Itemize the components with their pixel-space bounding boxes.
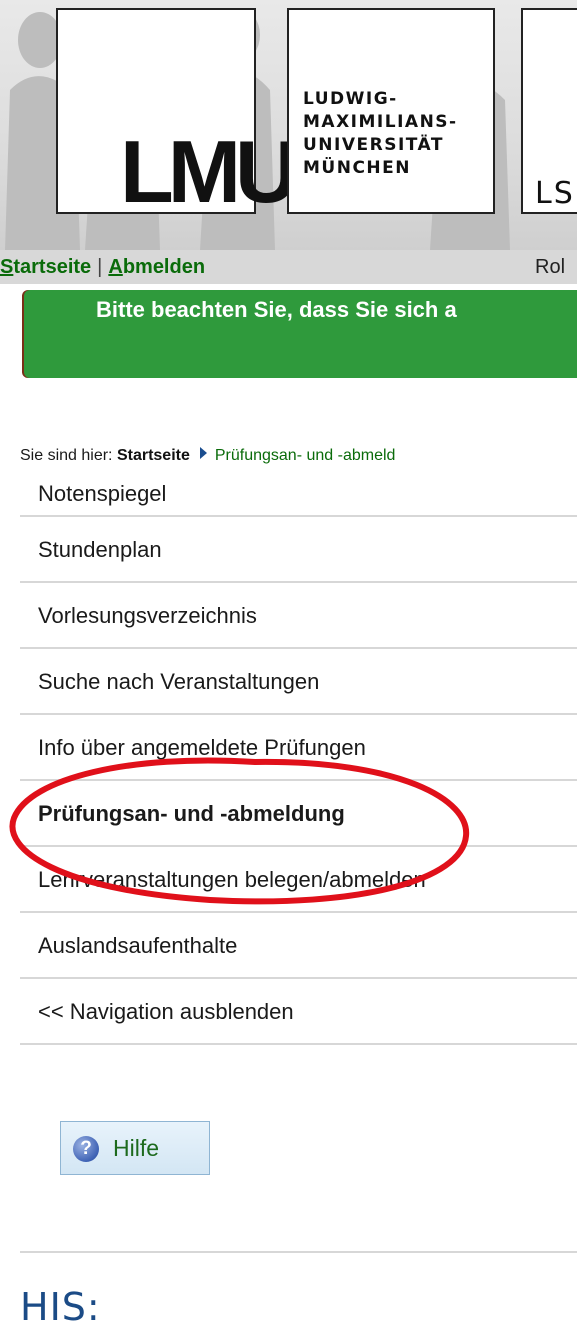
breadcrumb: Sie sind hier: Startseite Prüfungsan- und… [20,447,395,465]
logout-link[interactable]: Abmelden [108,256,205,278]
help-button[interactable]: ? Hilfe [60,1121,210,1175]
lmu-logo[interactable]: LMU [56,8,299,216]
lmu-logo-text: LMU [120,122,299,221]
nav-separator: | [97,256,103,278]
nav-item-vorlesungsverzeichnis[interactable]: Vorlesungsverzeichnis [20,583,577,649]
page-header: LMU LUDWIG- MAXIMILIANS- UNIVERSITÄT MÜN… [0,0,577,250]
home-link[interactable]: Startseite [0,256,91,278]
breadcrumb-arrow-icon [199,447,207,459]
university-name-logo[interactable]: LUDWIG- MAXIMILIANS- UNIVERSITÄT MÜNCHEN [287,8,495,214]
home-link-accesskey: S [0,256,14,278]
breadcrumb-prefix: Sie sind hier: [20,447,117,464]
notice-text: Bitte beachten Sie, dass Sie sich a [96,297,457,322]
lsf-logo[interactable]: LS [521,8,577,214]
breadcrumb-current-link[interactable]: Prüfungsan- und -abmeld [215,447,396,464]
footer-divider [20,1251,577,1253]
home-link-label: tartseite [13,256,92,278]
nav-item-lehrveranstaltungen-belegen[interactable]: Lehrveranstaltungen belegen/abmelden [20,847,577,913]
logout-link-label: bmelden [122,256,206,278]
university-name-line: MAXIMILIANS- [303,112,458,132]
nav-item-info-pruefungen[interactable]: Info über angemeldete Prüfungen [20,715,577,781]
university-name-line: MÜNCHEN [303,158,411,178]
nav-item-auslandsaufenthalte[interactable]: Auslandsaufenthalte [20,913,577,979]
nav-item-notenspiegel[interactable]: Notenspiegel [20,475,577,517]
role-label: Rol [535,256,566,278]
nav-item-pruefungsanmeldung[interactable]: Prüfungsan- und -abmeldung [20,781,577,847]
breadcrumb-home-link[interactable]: Startseite [117,447,190,464]
notice-banner: Bitte beachten Sie, dass Sie sich a [24,290,577,378]
question-mark-icon: ? [73,1136,99,1162]
lsf-logo-text: LS [535,176,575,211]
top-navigation-bar: Startseite | Abmelden Rol [0,250,577,284]
nav-item-stundenplan[interactable]: Stundenplan [20,517,577,583]
navigation-menu: Notenspiegel Stundenplan Vorlesungsverze… [20,475,577,1045]
university-name-line: LUDWIG- [303,89,398,109]
university-name: LUDWIG- MAXIMILIANS- UNIVERSITÄT MÜNCHEN [303,88,458,180]
university-name-line: UNIVERSITÄT [303,135,444,155]
his-logo[interactable]: HIS: [20,1285,101,1329]
nav-item-navigation-ausblenden[interactable]: << Navigation ausblenden [20,979,577,1045]
logout-link-accesskey: A [108,256,123,278]
nav-item-suche-veranstaltungen[interactable]: Suche nach Veranstaltungen [20,649,577,715]
help-button-label: Hilfe [113,1135,160,1161]
